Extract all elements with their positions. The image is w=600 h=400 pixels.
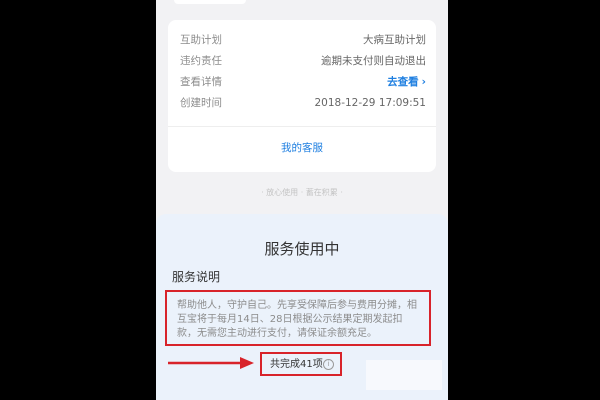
default-liability-row: 违约责任 逾期未支付则自动退出 — [180, 52, 426, 70]
screenshot-stage: 互助计划 大病互助计划 违约责任 逾期未支付则自动退出 查看详情 去查看 › 创建… — [0, 0, 600, 400]
view-details-link-text[interactable]: 去查看 — [387, 76, 419, 88]
plan-row: 互助计划 大病互助计划 — [180, 31, 426, 49]
top-card-edge — [174, 0, 246, 4]
footer-slogan: · 放心使用 · 蓄在积累 · — [261, 188, 343, 197]
chevron-right-icon: › — [421, 76, 426, 88]
card-divider — [168, 126, 436, 127]
service-status-panel: 服务使用中 服务说明 帮助他人，守护自己。先享受保障后参与费用分摊，相互宝将于每… — [156, 214, 448, 400]
service-description-heading: 服务说明 — [172, 270, 221, 284]
info-icon[interactable]: i — [323, 359, 334, 370]
arrow-head — [240, 357, 254, 369]
view-details-row[interactable]: 查看详情 去查看 › — [180, 73, 426, 91]
completed-count-highlight-box[interactable]: 共完成41项 i — [260, 352, 342, 376]
plan-info-card: 互助计划 大病互助计划 违约责任 逾期未支付则自动退出 查看详情 去查看 › 创建… — [168, 20, 436, 172]
view-details-label: 查看详情 — [180, 76, 222, 88]
default-liability-label: 违约责任 — [180, 55, 222, 67]
blank-area — [366, 360, 442, 390]
plan-value: 大病互助计划 — [363, 34, 426, 46]
completed-count-text[interactable]: 共完成41项 — [270, 358, 323, 372]
my-customer-service-link[interactable]: 我的客服 — [168, 140, 436, 155]
red-arrow-annotation — [168, 357, 254, 369]
plan-label: 互助计划 — [180, 34, 222, 46]
panel-title: 服务使用中 — [264, 240, 340, 258]
created-time-row: 创建时间 2018-12-29 17:09:51 — [180, 94, 426, 112]
description-highlight-box: 帮助他人，守护自己。先享受保障后参与费用分摊，相互宝将于每月14日、28日根据公… — [165, 290, 431, 346]
phone-screen: 互助计划 大病互助计划 违约责任 逾期未支付则自动退出 查看详情 去查看 › 创建… — [156, 0, 448, 400]
service-description-text: 帮助他人，守护自己。先享受保障后参与费用分摊，相互宝将于每月14日、28日根据公… — [177, 300, 417, 339]
created-time-value: 2018-12-29 17:09:51 — [314, 97, 426, 109]
view-details-link[interactable]: 去查看 › — [387, 73, 426, 91]
default-liability-value: 逾期未支付则自动退出 — [321, 55, 426, 67]
created-time-label: 创建时间 — [180, 97, 222, 109]
